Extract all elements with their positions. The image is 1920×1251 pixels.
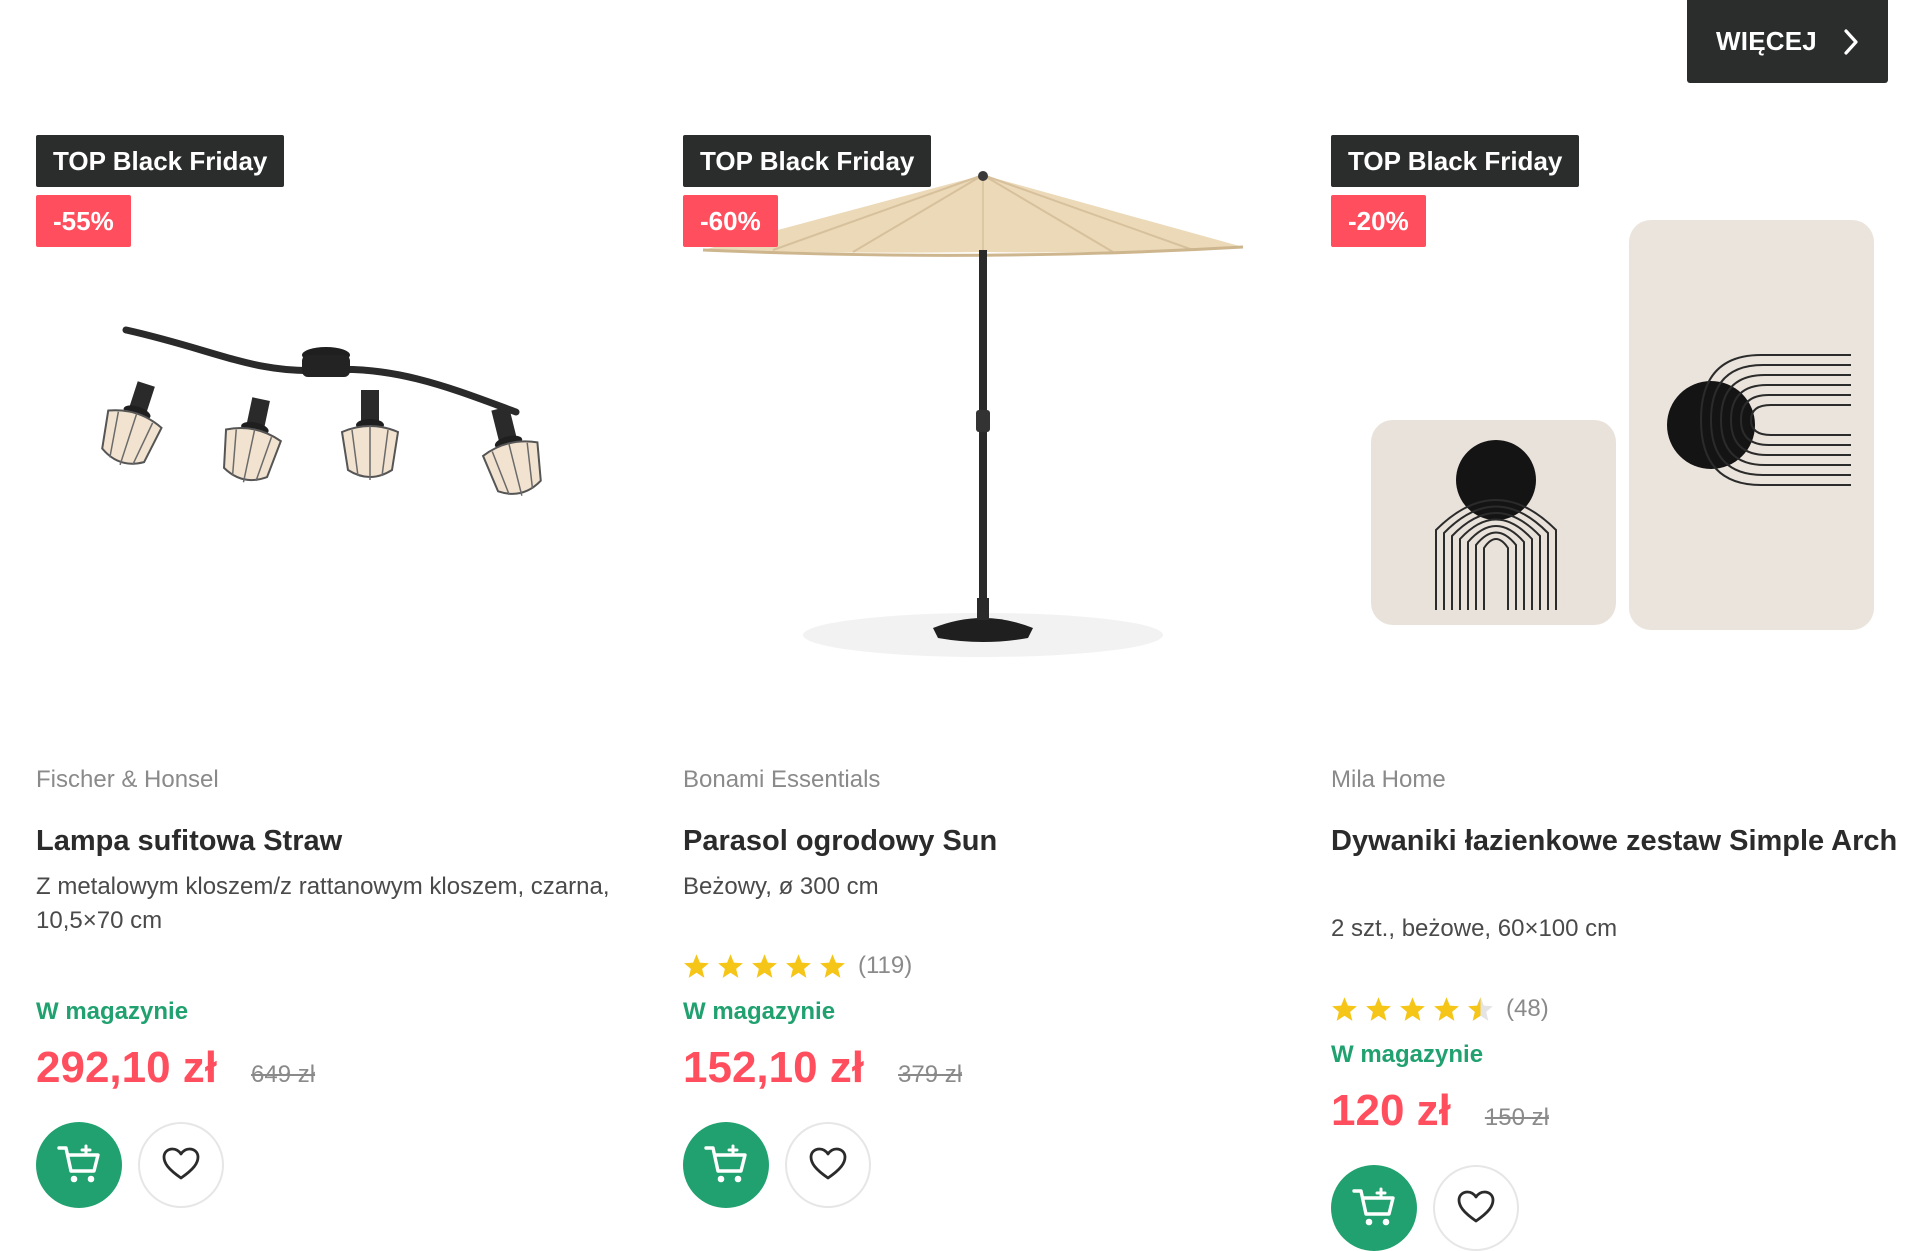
product-actions bbox=[36, 1122, 224, 1208]
current-price: 152,10 zł bbox=[683, 1043, 865, 1092]
star-icon bbox=[684, 954, 709, 978]
black-friday-badge: TOP Black Friday bbox=[1331, 135, 1580, 187]
add-to-wishlist-button[interactable] bbox=[1433, 1165, 1519, 1251]
heart-icon bbox=[1457, 1190, 1495, 1227]
rating-stars bbox=[683, 953, 846, 979]
rating-stars bbox=[1331, 996, 1494, 1022]
add-to-cart-button[interactable] bbox=[683, 1122, 769, 1208]
product-card[interactable]: TOP Black Friday -20% Mila Home Dywaniki… bbox=[1331, 0, 1920, 1251]
old-price: 649 zł bbox=[251, 1061, 316, 1088]
product-card[interactable]: TOP Black Friday -60% Bonami Essentials … bbox=[683, 0, 1283, 1236]
product-rating[interactable]: (119) bbox=[683, 952, 912, 980]
star-icon bbox=[1332, 997, 1357, 1021]
star-icon bbox=[1366, 997, 1391, 1021]
cart-plus-icon bbox=[56, 1143, 102, 1188]
heart-icon bbox=[162, 1147, 200, 1184]
stock-status: W magazynie bbox=[36, 998, 189, 1025]
product-actions bbox=[683, 1122, 871, 1208]
price-row: 152,10 zł 379 zł bbox=[683, 1043, 962, 1093]
cart-plus-icon bbox=[1351, 1186, 1397, 1231]
heart-icon bbox=[809, 1147, 847, 1184]
add-to-wishlist-button[interactable] bbox=[785, 1122, 871, 1208]
cart-plus-icon bbox=[703, 1143, 749, 1188]
star-icon bbox=[1434, 997, 1459, 1021]
star-icon bbox=[820, 954, 845, 978]
rating-count: (119) bbox=[858, 952, 913, 979]
old-price: 379 zł bbox=[898, 1061, 963, 1088]
product-title[interactable]: Lampa sufitowa Straw bbox=[36, 820, 616, 863]
stock-status: W magazynie bbox=[683, 998, 836, 1025]
discount-badge: -55% bbox=[36, 195, 131, 247]
product-description: Z metalowym kloszem/z rattanowym kloszem… bbox=[36, 873, 610, 934]
old-price: 150 zł bbox=[1484, 1104, 1549, 1131]
stock-status: W magazynie bbox=[1331, 1041, 1484, 1068]
star-icon bbox=[786, 954, 811, 978]
product-actions bbox=[1331, 1165, 1519, 1251]
star-half-icon bbox=[1468, 997, 1493, 1021]
black-friday-badge: TOP Black Friday bbox=[36, 135, 285, 187]
star-icon bbox=[1400, 997, 1425, 1021]
discount-badge: -20% bbox=[1331, 195, 1426, 247]
product-title[interactable]: Parasol ogrodowy Sun bbox=[683, 820, 1263, 863]
price-row: 120 zł 150 zł bbox=[1331, 1086, 1549, 1136]
current-price: 292,10 zł bbox=[36, 1043, 218, 1092]
product-rating[interactable]: (48) bbox=[1331, 995, 1549, 1023]
discount-badge: -60% bbox=[683, 195, 778, 247]
product-description: 2 szt., beżowe, 60×100 cm bbox=[1331, 915, 1618, 942]
add-to-cart-button[interactable] bbox=[1331, 1165, 1417, 1251]
product-brand[interactable]: Mila Home bbox=[1331, 766, 1446, 794]
product-title[interactable]: Dywaniki łazienkowe zestaw Simple Arch bbox=[1331, 820, 1911, 863]
product-brand[interactable]: Bonami Essentials bbox=[683, 766, 880, 794]
star-icon bbox=[752, 954, 777, 978]
star-icon bbox=[718, 954, 743, 978]
add-to-cart-button[interactable] bbox=[36, 1122, 122, 1208]
black-friday-badge: TOP Black Friday bbox=[683, 135, 932, 187]
product-card[interactable]: TOP Black Friday -55% Fischer & Honsel L… bbox=[36, 0, 636, 1236]
add-to-wishlist-button[interactable] bbox=[138, 1122, 224, 1208]
product-description: Beżowy, ø 300 cm bbox=[683, 873, 879, 900]
product-brand[interactable]: Fischer & Honsel bbox=[36, 766, 219, 794]
rating-count: (48) bbox=[1506, 995, 1549, 1022]
current-price: 120 zł bbox=[1331, 1086, 1451, 1135]
price-row: 292,10 zł 649 zł bbox=[36, 1043, 315, 1093]
